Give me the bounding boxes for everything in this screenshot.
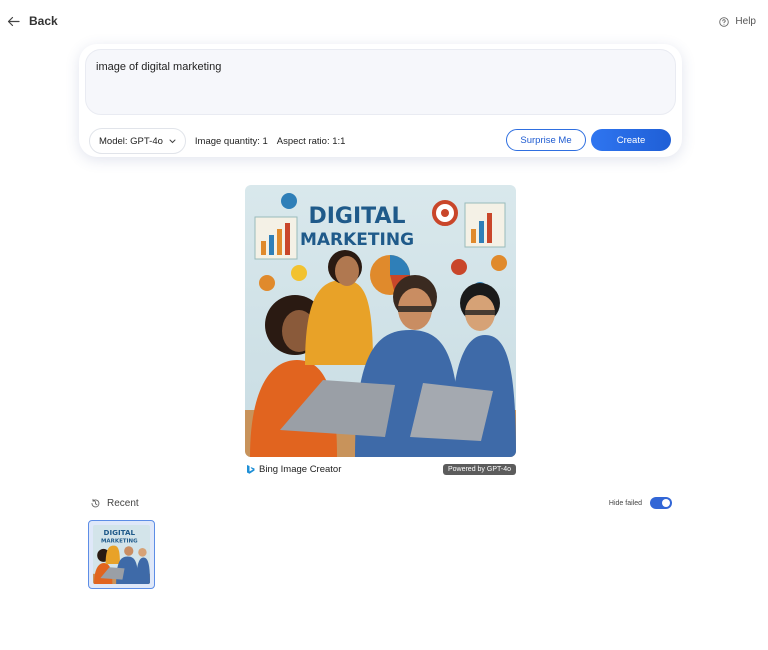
thumbnail-illustration: DIGITAL MARKETING [93,525,150,584]
surprise-me-button[interactable]: Surprise Me [506,129,586,151]
hide-failed-control: Hide failed [609,497,672,509]
recent-header: Recent [90,498,139,509]
generated-image[interactable]: DIGITAL MARKETING [245,185,516,457]
arrow-left-icon [7,16,20,26]
generated-image-illustration: DIGITAL MARKETING [245,185,516,457]
image-heading-line2: MARKETING [300,230,414,250]
hide-failed-label: Hide failed [608,499,642,507]
prompt-input[interactable]: image of digital marketing [85,49,676,115]
create-button[interactable]: Create [591,129,671,151]
bing-logo-icon [247,464,255,474]
help-label: Help [735,16,756,27]
chevron-down-icon [169,139,176,143]
back-label: Back [29,14,58,28]
hide-failed-toggle[interactable] [650,497,672,509]
aspect-ratio[interactable]: Aspect ratio: 1:1 [277,136,346,147]
history-icon [91,498,100,508]
back-button[interactable]: Back [7,14,58,28]
prompt-text[interactable]: image of digital marketing [96,61,221,73]
model-label: Model: GPT-4o [99,135,163,147]
recent-thumbnail-image: DIGITAL MARKETING [93,525,150,584]
recent-thumbnail[interactable]: DIGITAL MARKETING [88,520,155,589]
toggle-knob [662,499,670,507]
caption-brand[interactable]: Bing Image Creator [245,464,341,475]
image-quantity[interactable]: Image quantity: 1 [195,136,268,147]
image-heading-line1: DIGITAL [308,204,405,229]
powered-by-badge: Powered by GPT-4o [442,463,516,475]
thumb-heading-line2: MARKETING [101,538,138,544]
question-circle-icon [719,16,730,27]
prompt-panel: image of digital marketing Model: GPT-4o… [79,44,682,157]
help-button[interactable]: Help [719,16,756,27]
options-row: Model: GPT-4o Image quantity: 1 Aspect r… [89,128,345,154]
caption-label: Bing Image Creator [259,463,342,475]
result-caption: Bing Image Creator Powered by GPT-4o [245,462,516,476]
model-select[interactable]: Model: GPT-4o [89,128,186,154]
thumb-heading-line1: DIGITAL [104,528,136,537]
recent-label: Recent [107,498,139,509]
